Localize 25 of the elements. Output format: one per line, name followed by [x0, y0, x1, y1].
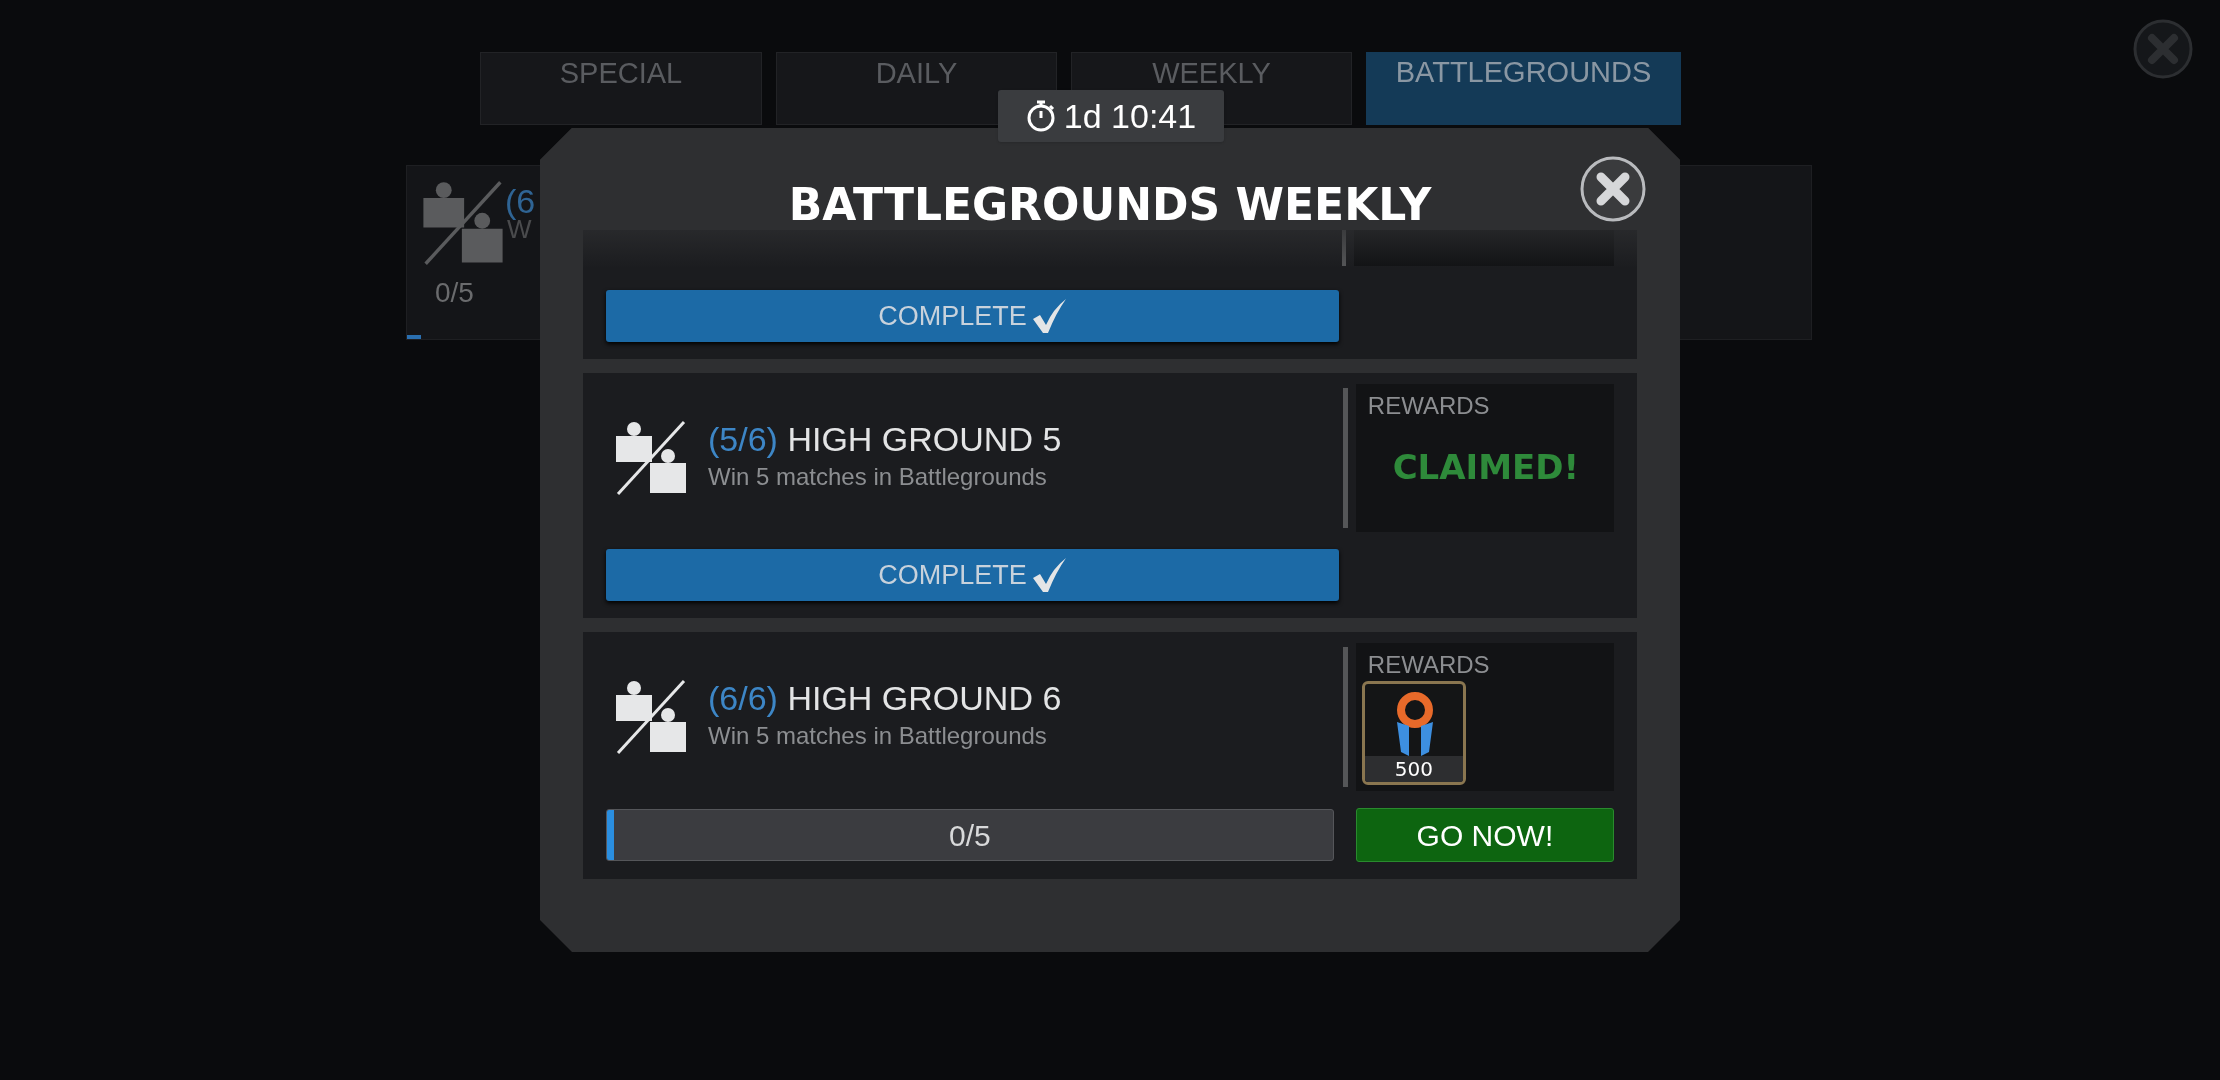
quest-description: Win 5 matches in Battlegrounds	[708, 720, 1048, 751]
stopwatch-icon	[1025, 100, 1056, 132]
checkmark-icon	[1030, 556, 1067, 594]
claimed-label: CLAIMED!	[1391, 446, 1581, 489]
progress-count: 0/5	[948, 817, 992, 854]
quest-title: (5/6) HIGH GROUND 5	[708, 421, 1062, 459]
fighters-icon	[614, 420, 688, 496]
go-now-button[interactable]: GO NOW!	[1355, 808, 1614, 862]
quest-count: 0/5	[435, 276, 474, 310]
item-amount: 500	[1364, 756, 1463, 782]
tab[interactable]: DAILY	[776, 52, 1057, 125]
checkmark-icon	[1030, 297, 1067, 335]
fighters-icon	[421, 180, 505, 266]
fighters-icon	[614, 679, 688, 755]
timer-tooltip: 1d 10:41	[998, 90, 1224, 142]
rewards-label: REWARDS	[1367, 391, 1490, 421]
quest-description: Win 5 matches in Battlegrounds	[708, 461, 1048, 492]
quest-title: (6/6) HIGH GROUND 6	[708, 680, 1062, 718]
tab[interactable]: SPECIAL	[480, 52, 762, 125]
complete-label: COMPLETE	[878, 299, 1027, 333]
modal-title: BATTLEGROUNDS WEEKLY	[787, 178, 1433, 232]
close-icon[interactable]	[1579, 155, 1647, 223]
complete-label: COMPLETE	[878, 558, 1027, 592]
rewards-label: REWARDS	[1367, 650, 1490, 680]
tab[interactable]: BATTLEGROUNDS	[1366, 52, 1681, 125]
